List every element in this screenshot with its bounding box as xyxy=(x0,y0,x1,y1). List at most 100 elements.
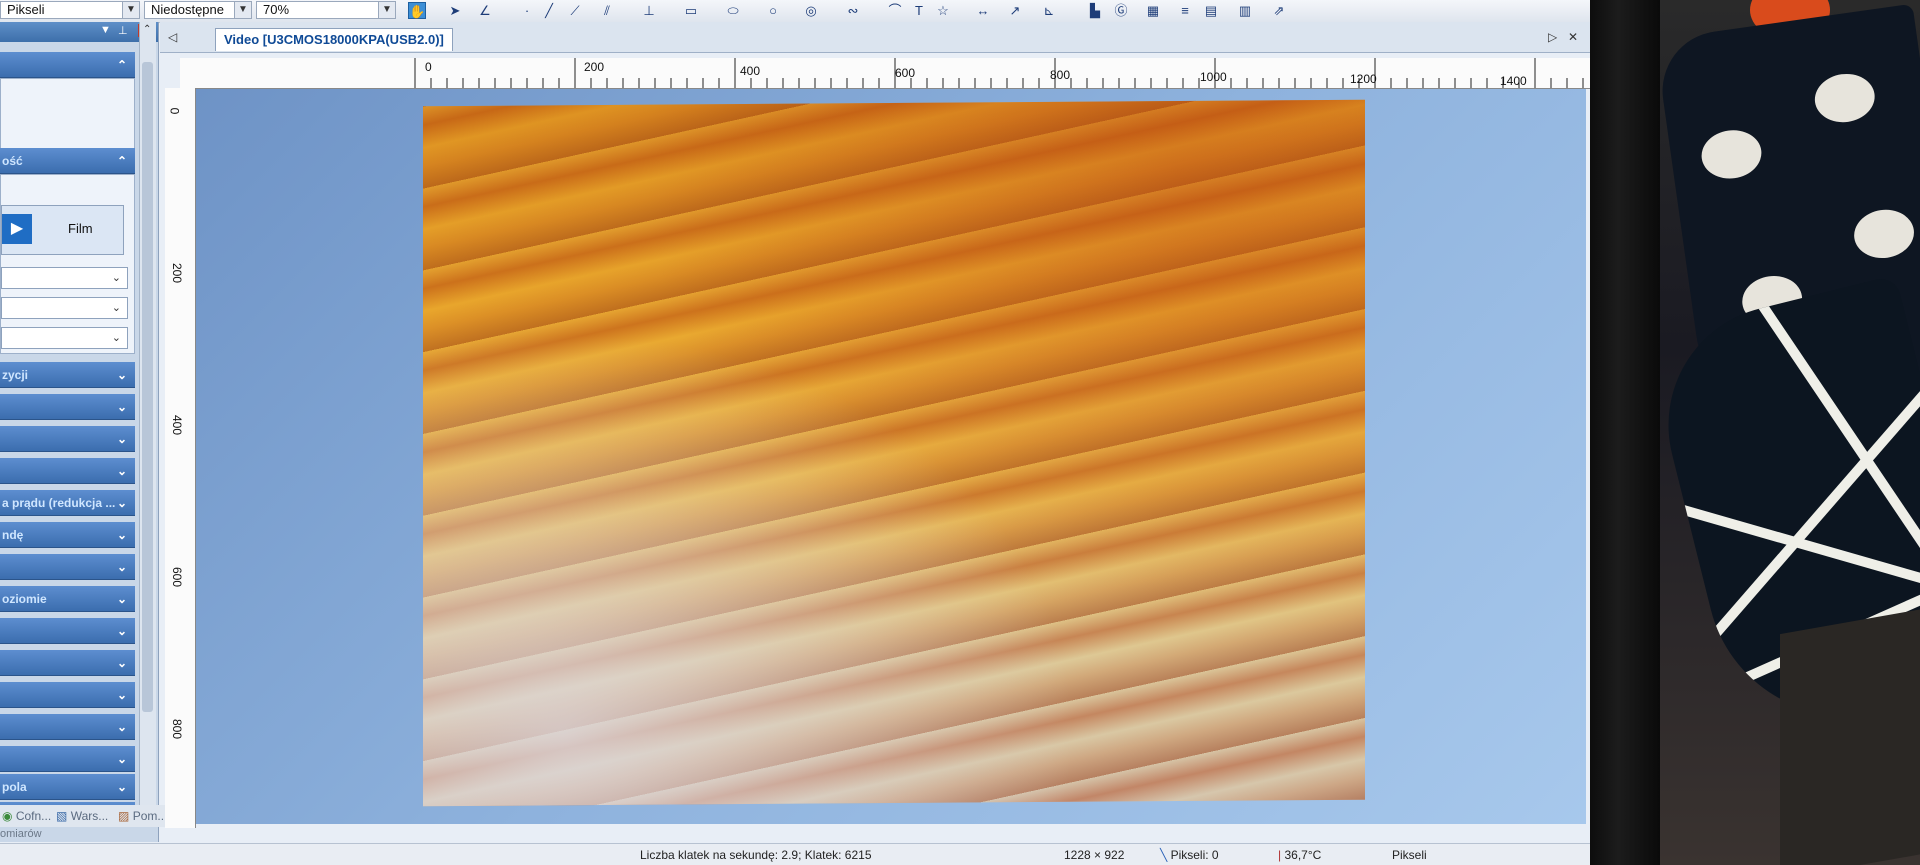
panel-section-6[interactable]: ⌄ xyxy=(0,554,135,580)
pointer-icon[interactable]: ➤ xyxy=(446,2,464,19)
chevron-down-icon[interactable]: ▼ xyxy=(100,24,111,36)
panel-section-5[interactable]: ndę ⌄ xyxy=(0,522,135,548)
panel-section-0[interactable]: zycji ⌄ xyxy=(0,362,135,388)
exposure-dropdown-1[interactable]: ⌄ xyxy=(1,267,128,289)
panel-section-9[interactable]: ⌄ xyxy=(0,650,135,676)
panel-section-8[interactable]: ⌄ xyxy=(0,618,135,644)
section-label: zycji xyxy=(2,368,29,382)
curve-icon[interactable]: ∾ xyxy=(844,2,862,19)
pixels-status: ╲ Pikseli: 0 xyxy=(1160,848,1219,862)
chevron-up-icon[interactable]: ⌃ xyxy=(143,24,151,35)
arc-icon[interactable]: ⌒ xyxy=(886,2,904,19)
tab-video[interactable]: Video [U3CMOS18000KPA(USB2.0)] xyxy=(215,28,453,51)
chevron-down-icon[interactable]: ▼ xyxy=(122,2,139,18)
tab-label: Wars... xyxy=(70,809,109,823)
chevron-up-icon[interactable]: ⌃ xyxy=(117,148,127,173)
temperature-value: 36,7°C xyxy=(1284,848,1322,862)
panel-section-3[interactable]: ⌄ xyxy=(0,458,135,484)
section-label: oziomie xyxy=(2,592,47,606)
perpendicular-icon[interactable]: ⊥ xyxy=(640,2,658,19)
panel-section-2[interactable]: ⌄ xyxy=(0,426,135,452)
chevron-down-icon: ⌄ xyxy=(116,624,127,638)
concentric-icon[interactable]: ◎ xyxy=(802,2,820,19)
align-icon[interactable]: ≡ xyxy=(1176,2,1194,19)
hand-icon[interactable]: ✋ xyxy=(408,2,426,19)
export-icon[interactable]: ⇗ xyxy=(1270,2,1288,19)
chevron-up-icon[interactable]: ⌃ xyxy=(117,52,127,77)
parallel-icon[interactable]: ⫽ xyxy=(598,2,616,19)
availability-combo[interactable]: Niedostępne ▼ xyxy=(144,1,252,19)
ruler-label: 1200 xyxy=(1350,72,1377,86)
arrow-icon[interactable]: ↗ xyxy=(1006,2,1024,19)
report-icon[interactable]: ▥ xyxy=(1236,2,1254,19)
panel-section-10[interactable]: ⌄ xyxy=(0,682,135,708)
ruler-label: 400 xyxy=(170,414,185,436)
vertical-ruler: 0 200 400 600 800 xyxy=(165,88,196,828)
section-label: pola xyxy=(2,780,27,794)
color-icon[interactable]: Ⓖ xyxy=(1112,2,1130,19)
panel-section-exposure[interactable]: ość ⌃ xyxy=(0,148,135,174)
document-tabbar: ◁ Video [U3CMOS18000KPA(USB2.0)] ▷ ✕ xyxy=(160,22,1590,53)
ruler-label: 600 xyxy=(170,566,185,588)
chevron-down-icon: ⌄ xyxy=(116,592,127,606)
panel-section-7[interactable]: oziomie ⌄ xyxy=(0,586,135,612)
chart-icon[interactable]: ▦ xyxy=(1144,2,1162,19)
ruler-label: 600 xyxy=(895,66,916,80)
zoom-combo-value: 70% xyxy=(263,2,290,17)
ruler-label: 200 xyxy=(170,262,185,284)
histogram-icon[interactable]: ▙ xyxy=(1086,2,1104,19)
microscope-video-frame[interactable] xyxy=(423,99,1365,807)
chevron-down-icon: ⌄ xyxy=(116,720,127,734)
star-icon[interactable]: ☆ xyxy=(934,2,952,19)
panel-section-12[interactable]: ⌄ xyxy=(0,746,135,772)
chevron-left-icon[interactable]: ◁ xyxy=(168,30,177,44)
panel-section-13[interactable]: pola ⌄ xyxy=(0,774,135,800)
rectangle-icon[interactable]: ▭ xyxy=(682,2,700,19)
exposure-dropdown-3[interactable]: ⌄ xyxy=(1,327,128,349)
tab-label: Pom... xyxy=(132,809,168,823)
chevron-down-icon: ⌄ xyxy=(116,752,127,766)
chevron-down-icon[interactable]: ▼ xyxy=(378,2,395,18)
chevron-down-icon[interactable]: ▼ xyxy=(234,2,251,18)
chevron-down-icon: ⌄ xyxy=(116,656,127,670)
ruler-label: 0 xyxy=(167,107,182,115)
angle-icon[interactable]: ∠ xyxy=(476,2,494,19)
chevron-down-icon: ⌄ xyxy=(116,400,127,414)
chevron-down-icon: ⌄ xyxy=(116,780,127,794)
units-combo[interactable]: Pikseli ▼ xyxy=(0,1,140,19)
tab-measure[interactable]: ▨ Pom... xyxy=(118,808,167,825)
panel-section-1[interactable]: ⌄ xyxy=(0,394,135,420)
line-icon[interactable]: ╱ xyxy=(540,2,558,19)
circle-icon[interactable]: ○ xyxy=(764,2,782,19)
dot-icon[interactable]: · xyxy=(518,2,536,19)
pixels-status-value: Pikseli: 0 xyxy=(1170,848,1219,862)
scrollbar-thumb[interactable] xyxy=(142,62,153,712)
text-icon[interactable]: T xyxy=(910,2,928,19)
zoom-combo[interactable]: 70% ▼ xyxy=(256,1,396,19)
dimension-icon[interactable]: ↔ xyxy=(974,2,992,19)
panel-section-11[interactable]: ⌄ xyxy=(0,714,135,740)
chevron-down-icon: ⌄ xyxy=(116,528,127,542)
pin-icon[interactable]: ⊥ xyxy=(118,24,128,37)
line-icon: ╲ xyxy=(1160,848,1168,862)
chevron-right-icon[interactable]: ▷ xyxy=(1548,30,1557,44)
film-button[interactable]: ▶ Film xyxy=(1,205,124,255)
panel-header: ▼ ⊥ ✕ xyxy=(0,22,158,42)
exposure-dropdown-2[interactable]: ⌄ xyxy=(1,297,128,319)
polyline-icon[interactable]: ⟋ xyxy=(566,2,584,19)
chevron-down-icon: ⌄ xyxy=(116,688,127,702)
axis-icon[interactable]: ⊾ xyxy=(1040,2,1058,19)
tab-undo[interactable]: ◉ Cofn... xyxy=(2,808,51,825)
panel-scrollbar[interactable]: ⌃ xyxy=(139,22,156,812)
tab-layers[interactable]: ▧ Wars... xyxy=(56,808,108,825)
ellipse-icon[interactable]: ⬭ xyxy=(724,2,742,19)
panel-section-4[interactable]: a prądu (redukcja ... ⌄ xyxy=(0,490,135,516)
close-icon[interactable]: ✕ xyxy=(1568,30,1578,44)
room-background xyxy=(1660,0,1920,865)
chevron-down-icon: ⌄ xyxy=(116,432,127,446)
chevron-down-icon: ⌄ xyxy=(116,496,127,510)
ruler-label: 1400 xyxy=(1500,74,1527,88)
panel-section-top[interactable]: ⌃ xyxy=(0,52,135,78)
layers-icon[interactable]: ▤ xyxy=(1202,2,1220,19)
panel-bottom-tabs: ◉ Cofn... ▧ Wars... ▨ Pom... xyxy=(0,805,190,827)
